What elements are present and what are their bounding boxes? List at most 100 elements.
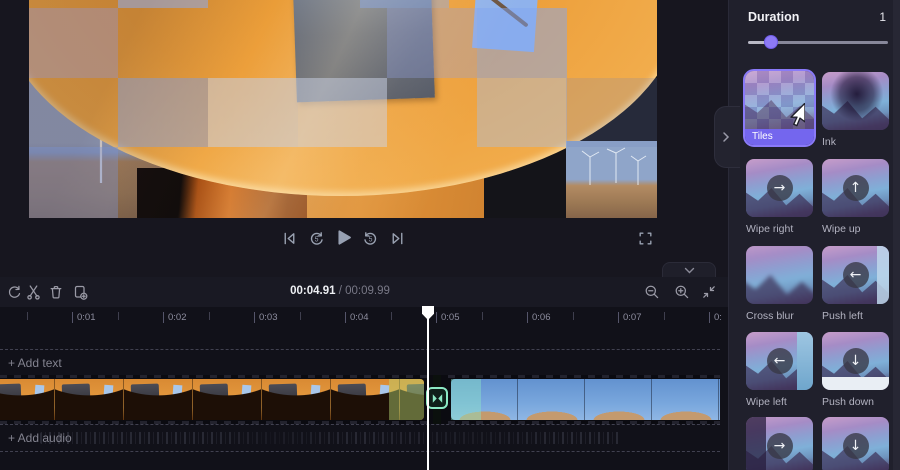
skip-to-start-button[interactable] (281, 230, 299, 248)
timeline-ruler[interactable]: 0:010:020:030:040:050:060:070:08 (0, 307, 722, 333)
clip-frame-thumbnail (193, 379, 262, 420)
chevron-right-icon (722, 131, 730, 143)
ruler-minor-tick (482, 312, 483, 320)
wipe-up-thumbnail: ↑ (822, 159, 889, 217)
forward-5s-button[interactable]: 5 (362, 230, 380, 248)
fit-icon (701, 284, 717, 300)
skip-start-icon (281, 230, 298, 247)
add-audio-label: + Add audio (8, 431, 72, 445)
add-audio-track[interactable]: + Add audio (0, 424, 720, 452)
delete-button[interactable] (48, 284, 64, 300)
clip-1-transition-fade (389, 379, 424, 420)
transition-card-push-left[interactable]: ←Push left (822, 246, 889, 322)
ruler-minor-tick (209, 312, 210, 320)
transition-card-wipe-up[interactable]: ↑Wipe up (822, 159, 889, 235)
video-clip-2[interactable] (451, 379, 720, 420)
skip-end-icon (389, 230, 406, 247)
ruler-tick-0:01: 0:01 (72, 312, 96, 323)
arrow-up-icon: ↑ (843, 175, 869, 201)
skip-to-end-button[interactable] (389, 230, 407, 248)
arrow-right-icon: → (767, 175, 793, 201)
ruler-tick-0:05: 0:05 (436, 312, 460, 323)
panel-scrollbar[interactable] (893, 0, 900, 470)
fullscreen-button[interactable] (637, 230, 655, 248)
transition-card-wipe-left[interactable]: ← Wipe left (746, 332, 813, 408)
transition-card-tiles[interactable]: Tiles (743, 69, 816, 147)
video-clip-1[interactable] (0, 379, 424, 420)
tiles-thumbnail (745, 71, 814, 129)
transitions-grid: TilesInk→Wipe right↑Wipe upCross blur←Pu… (728, 0, 893, 470)
transition-tile-overlay (360, 0, 449, 8)
arrow-right-icon: → (767, 433, 793, 459)
transition-label: Tiles (745, 129, 814, 145)
ruler-tick-0:06: 0:06 (527, 312, 551, 323)
ruler-tick-0:07: 0:07 (618, 312, 642, 323)
zoom-in-button[interactable] (674, 284, 690, 300)
wipe-down-thumbnail: ↓ (822, 417, 889, 470)
arrow-left-icon: ← (767, 348, 793, 374)
arrow-down-icon: ↓ (843, 348, 869, 374)
transition-card-push-down[interactable]: ↓ Push down (822, 332, 889, 408)
ruler-minor-tick (573, 312, 574, 320)
play-button[interactable] (334, 228, 352, 246)
redo-icon (6, 284, 22, 300)
transition-tile-overlay (118, 0, 208, 8)
arrow-down-icon: ↓ (843, 433, 869, 459)
wipe-left-thumbnail: ← (746, 332, 813, 390)
transition-card-wipe-down[interactable]: ↓ (822, 417, 889, 470)
transition-label: Cross blur (746, 310, 813, 322)
total-duration: 00:09.99 (345, 285, 390, 297)
fit-to-screen-button[interactable] (701, 284, 717, 300)
transition-tile-overlay (118, 78, 208, 147)
expand-panel-button[interactable] (714, 106, 740, 168)
current-time: 00:04.91 (290, 285, 335, 297)
ink-thumbnail (822, 72, 889, 130)
transition-label: Wipe right (746, 223, 813, 235)
rewind-5s-button[interactable]: 5 (308, 230, 326, 248)
transition-tile-overlay (477, 78, 567, 147)
ruler-minor-tick (118, 312, 119, 320)
fullscreen-icon (637, 230, 654, 247)
ruler-tick-0:08: 0:08 (709, 312, 722, 323)
redo-button[interactable] (6, 284, 22, 300)
ruler-tick-0:03: 0:03 (254, 312, 278, 323)
transition-tile-overlay (566, 78, 657, 147)
track-sprocket-top (0, 375, 720, 378)
split-button[interactable] (26, 284, 42, 300)
transition-label: Push down (822, 396, 889, 408)
clip-frame-thumbnail (124, 379, 193, 420)
zoom-out-icon (644, 284, 660, 300)
push-down-thumbnail: ↓ (822, 332, 889, 390)
duplicate-button[interactable] (72, 284, 88, 300)
clip-frame-thumbnail (0, 379, 55, 420)
timeline-toolbar: 00:04.91 / 00:09.99 (0, 277, 728, 308)
transition-card-cross-blur[interactable]: Cross blur (746, 246, 813, 322)
rewind-5-icon: 5 (308, 230, 325, 247)
chevron-down-icon (684, 267, 695, 275)
ruler-minor-tick (664, 312, 665, 320)
transition-tile-overlay (298, 78, 387, 147)
transition-label: Ink (822, 136, 889, 148)
clip-2-transition-fade (451, 379, 481, 420)
transition-card-push-right[interactable]: → (746, 417, 813, 470)
transition-card-ink[interactable]: Ink (822, 72, 889, 148)
ruler-tick-0:04: 0:04 (345, 312, 369, 323)
ruler-minor-tick (300, 312, 301, 320)
transition-icon (430, 391, 445, 406)
ruler-minor-tick (391, 312, 392, 320)
zoom-out-button[interactable] (644, 284, 660, 300)
clip-1-thumbnails (0, 379, 424, 420)
arrow-left-icon: ← (843, 262, 869, 288)
push-right-thumbnail: → (746, 417, 813, 470)
svg-text:5: 5 (315, 236, 319, 243)
transition-tile-overlay (29, 8, 118, 78)
add-text-track[interactable]: + Add text (0, 349, 720, 377)
svg-text:5: 5 (369, 236, 373, 243)
transition-marker[interactable] (426, 387, 448, 409)
clip-frame-thumbnail (262, 379, 331, 420)
forward-5-icon: 5 (362, 230, 379, 247)
transition-label: Wipe left (746, 396, 813, 408)
video-track (0, 375, 720, 424)
transition-card-wipe-right[interactable]: → Wipe right (746, 159, 813, 235)
add-text-label: + Add text (8, 356, 62, 370)
